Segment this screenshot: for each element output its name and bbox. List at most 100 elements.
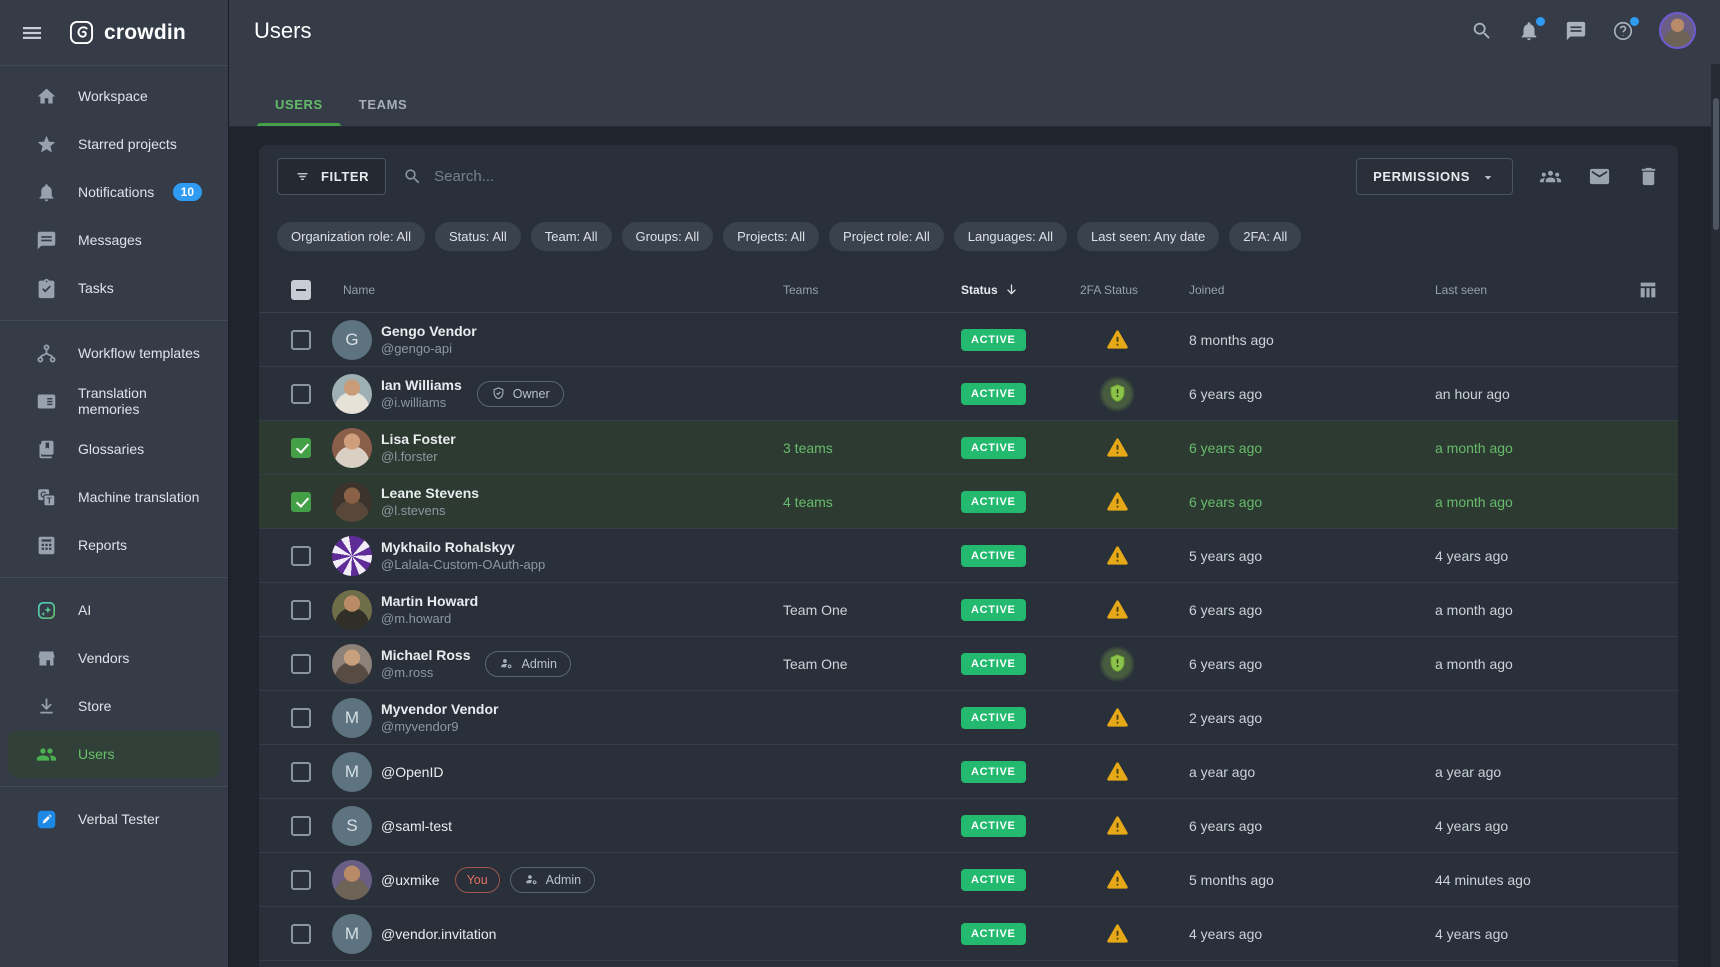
row-menu-button[interactable] (1637, 869, 1659, 891)
sidebar-item-ai[interactable]: AI (8, 586, 220, 634)
user-name[interactable]: Leane Stevens (381, 485, 479, 501)
column-header-joined[interactable]: Joined (1163, 283, 1409, 297)
row-checkbox[interactable] (291, 762, 311, 782)
user-teams-link[interactable]: 4 teams (775, 494, 953, 510)
user-name[interactable]: @vendor.invitation (381, 926, 496, 942)
sidebar-item-starred-projects[interactable]: Starred projects (8, 120, 220, 168)
column-header-status[interactable]: Status (953, 282, 1071, 297)
filter-chip[interactable]: Status: All (435, 222, 521, 251)
user-name[interactable]: Martin Howard (381, 593, 478, 609)
notifications-bell-icon[interactable] (1518, 20, 1540, 42)
table-row[interactable]: Michael Ross @m.ross Admin Team One ACTI… (259, 637, 1678, 691)
sidebar-item-workflow-templates[interactable]: Workflow templates (8, 329, 220, 377)
row-menu-button[interactable] (1637, 491, 1659, 513)
sidebar-item-machine-translation[interactable]: GT Machine translation (8, 473, 220, 521)
column-header-2fa[interactable]: 2FA Status (1071, 283, 1163, 297)
help-icon[interactable] (1612, 20, 1634, 42)
row-menu-button[interactable] (1637, 761, 1659, 783)
row-checkbox[interactable] (291, 438, 311, 458)
row-checkbox[interactable] (291, 600, 311, 620)
sidebar-item-store[interactable]: Store (8, 682, 220, 730)
sidebar-item-translation-memories[interactable]: Translation memories (8, 377, 220, 425)
row-checkbox[interactable] (291, 924, 311, 944)
row-checkbox[interactable] (291, 330, 311, 350)
sidebar-item-users[interactable]: Users (8, 730, 220, 778)
sidebar-item-reports[interactable]: Reports (8, 521, 220, 569)
table-row[interactable]: Lisa Foster @l.forster 3 teams ACTIVE 6 … (259, 421, 1678, 475)
manage-teams-icon[interactable] (1539, 165, 1562, 188)
table-row[interactable]: Ian Williams @i.williams Owner ACTIVE 6 … (259, 367, 1678, 421)
search-icon[interactable] (1471, 20, 1493, 42)
column-settings-icon[interactable] (1637, 279, 1659, 301)
user-name[interactable]: Mykhailo Rohalskyy (381, 539, 545, 555)
column-header-last-seen[interactable]: Last seen (1409, 283, 1637, 297)
messages-icon[interactable] (1565, 20, 1587, 42)
user-name[interactable]: Lisa Foster (381, 431, 456, 447)
table-row[interactable]: M @vendor.invitation ACTIVE 4 years ago … (259, 907, 1678, 961)
row-menu-button[interactable] (1637, 653, 1659, 675)
sidebar-item-tasks[interactable]: Tasks (8, 264, 220, 312)
user-teams-link[interactable]: Team One (775, 656, 953, 672)
table-row[interactable]: S @saml-test ACTIVE 6 years ago 4 years … (259, 799, 1678, 853)
row-menu-button[interactable] (1637, 383, 1659, 405)
row-menu-button[interactable] (1637, 437, 1659, 459)
sidebar-item-notifications[interactable]: Notifications 10 (8, 168, 220, 216)
user-name[interactable]: Ian Williams (381, 377, 462, 393)
user-teams-link[interactable]: 3 teams (775, 440, 953, 456)
row-menu-button[interactable] (1637, 545, 1659, 567)
email-icon[interactable] (1588, 165, 1611, 188)
filter-chip[interactable]: Languages: All (954, 222, 1067, 251)
sidebar-item-verbal-tester[interactable]: Verbal Tester (8, 795, 220, 843)
filter-chip[interactable]: Project role: All (829, 222, 944, 251)
filter-chip[interactable]: Projects: All (723, 222, 819, 251)
row-menu-button[interactable] (1637, 329, 1659, 351)
user-name[interactable]: @saml-test (381, 818, 452, 834)
table-row[interactable]: Leane Stevens @l.stevens 4 teams ACTIVE … (259, 475, 1678, 529)
table-row[interactable]: Mykhailo Rohalskyy @Lalala-Custom-OAuth-… (259, 529, 1678, 583)
row-checkbox[interactable] (291, 546, 311, 566)
delete-icon[interactable] (1637, 165, 1660, 188)
column-header-name[interactable]: Name (323, 283, 775, 297)
search-input[interactable] (434, 168, 734, 185)
user-avatar[interactable] (1659, 12, 1696, 49)
filter-button[interactable]: FILTER (277, 158, 386, 195)
user-name[interactable]: Myvendor Vendor (381, 701, 498, 717)
user-teams-link[interactable]: Team One (775, 602, 953, 618)
permissions-dropdown[interactable]: PERMISSIONS (1356, 158, 1513, 195)
row-checkbox[interactable] (291, 816, 311, 836)
sidebar-item-vendors[interactable]: Vendors (8, 634, 220, 682)
table-row[interactable]: @uxmike YouAdmin ACTIVE 5 months ago 44 … (259, 853, 1678, 907)
filter-chip[interactable]: Team: All (531, 222, 612, 251)
row-menu-button[interactable] (1637, 599, 1659, 621)
hamburger-menu-icon[interactable] (20, 21, 44, 45)
filter-chip[interactable]: Last seen: Any date (1077, 222, 1219, 251)
row-checkbox[interactable] (291, 708, 311, 728)
table-row[interactable]: M @OpenID ACTIVE a year ago a year ago (259, 745, 1678, 799)
user-name[interactable]: Michael Ross (381, 647, 470, 663)
tab-users[interactable]: USERS (257, 82, 341, 126)
sidebar-item-messages[interactable]: Messages (8, 216, 220, 264)
row-checkbox[interactable] (291, 870, 311, 890)
user-name[interactable]: Gengo Vendor (381, 323, 477, 339)
sidebar-item-workspace[interactable]: Workspace (8, 72, 220, 120)
tab-teams[interactable]: TEAMS (341, 82, 426, 126)
filter-chip[interactable]: Organization role: All (277, 222, 425, 251)
row-checkbox[interactable] (291, 384, 311, 404)
row-checkbox[interactable] (291, 492, 311, 512)
filter-chip[interactable]: Groups: All (622, 222, 714, 251)
row-checkbox[interactable] (291, 654, 311, 674)
table-row[interactable]: Martin Howard @m.howard Team One ACTIVE … (259, 583, 1678, 637)
sidebar-item-glossaries[interactable]: Glossaries (8, 425, 220, 473)
crowdin-logo[interactable]: crowdin (68, 19, 186, 46)
filter-chip[interactable]: 2FA: All (1229, 222, 1301, 251)
user-name[interactable]: @OpenID (381, 764, 443, 780)
select-all-checkbox[interactable] (291, 280, 311, 300)
scrollbar-thumb[interactable] (1713, 98, 1719, 230)
row-menu-button[interactable] (1637, 815, 1659, 837)
user-name[interactable]: @uxmike (381, 872, 440, 888)
row-menu-button[interactable] (1637, 707, 1659, 729)
column-header-teams[interactable]: Teams (775, 283, 953, 297)
table-row[interactable]: G Gengo Vendor @gengo-api ACTIVE 8 month… (259, 313, 1678, 367)
table-row[interactable]: M Myvendor Vendor @myvendor9 ACTIVE 2 ye… (259, 691, 1678, 745)
row-menu-button[interactable] (1637, 923, 1659, 945)
